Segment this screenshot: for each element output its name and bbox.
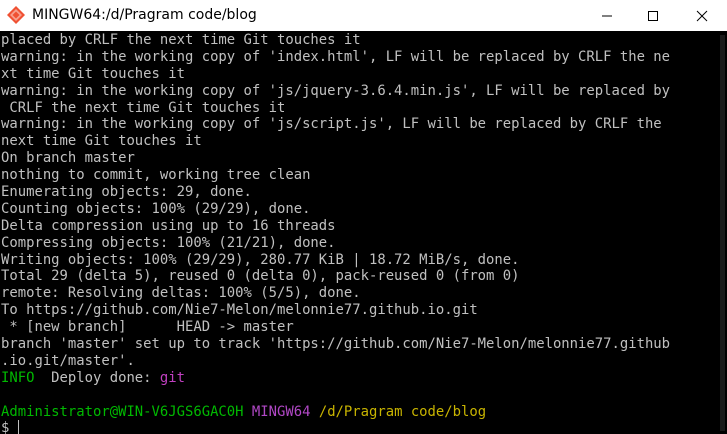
terminal-line: warning: in the working copy of 'js/jque… xyxy=(1,82,671,99)
terminal-line: warning: in the working copy of 'index.h… xyxy=(1,48,671,65)
prompt-symbol: $ xyxy=(1,420,18,434)
terminal-line: On branch master xyxy=(1,150,135,167)
text-cursor xyxy=(17,420,19,434)
terminal-line: xt time Git touches it xyxy=(1,65,185,82)
terminal-line: To https://github.com/Nie7-Melon/melonni… xyxy=(1,302,478,319)
prompt-path: /d/Pragram code/blog xyxy=(318,403,487,420)
scrollbar[interactable] xyxy=(718,31,727,434)
maximize-button[interactable] xyxy=(630,0,676,31)
window-title: MINGW64:/d/Pragram code/blog xyxy=(32,7,257,23)
terminal-line: Compressing objects: 100% (21/21), done. xyxy=(1,234,336,251)
input-line[interactable]: $ xyxy=(1,420,718,434)
terminal-line: Total 29 (delta 5), reused 0 (delta 0), … xyxy=(1,268,520,285)
terminal-line: Writing objects: 100% (29/29), 280.77 Ki… xyxy=(1,251,520,268)
minimize-icon xyxy=(602,15,612,16)
deploy-message: Deploy done: xyxy=(34,369,160,386)
info-tag: INFO xyxy=(1,369,35,386)
terminal-line: Delta compression using up to 16 threads xyxy=(1,217,336,234)
maximize-icon xyxy=(648,10,658,21)
terminal-line: next time Git touches it xyxy=(1,133,202,150)
terminal-line: Enumerating objects: 29, done. xyxy=(1,184,252,201)
terminal-output[interactable]: placed by CRLF the next time Git touches… xyxy=(0,31,718,434)
deploy-target: git xyxy=(159,369,185,386)
terminal-line: .io.git/master'. xyxy=(1,352,135,369)
terminal-line: CRLF the next time Git touches it xyxy=(1,99,286,116)
close-icon xyxy=(696,10,707,21)
prompt-line: Administrator@WIN-V6JGS6GAC0H MINGW64 /d… xyxy=(1,404,718,421)
terminal-line: remote: Resolving deltas: 100% (5/5), do… xyxy=(1,285,361,302)
terminal-window: MINGW64:/d/Pragram code/blog placed by C… xyxy=(0,0,727,434)
terminal-line: nothing to commit, working tree clean xyxy=(1,167,311,184)
deploy-line: INFO Deploy done: git xyxy=(1,370,718,387)
prompt-env: MINGW64 xyxy=(251,403,311,420)
terminal-line: placed by CRLF the next time Git touches… xyxy=(1,32,361,48)
prompt-user: Administrator@WIN-V6JGS6GAC0H xyxy=(1,403,244,420)
terminal-line: Counting objects: 100% (29/29), done. xyxy=(1,200,311,217)
terminal-line: * [new branch] HEAD -> master xyxy=(1,319,294,336)
scrollbar-thumb[interactable] xyxy=(720,35,725,431)
close-button[interactable] xyxy=(676,0,727,31)
terminal-line: warning: in the working copy of 'js/scri… xyxy=(1,116,662,133)
minimize-button[interactable] xyxy=(584,0,630,31)
title-bar[interactable]: MINGW64:/d/Pragram code/blog xyxy=(0,0,727,31)
terminal-line: branch 'master' set up to track 'https:/… xyxy=(1,336,671,353)
git-bash-icon xyxy=(6,5,26,25)
